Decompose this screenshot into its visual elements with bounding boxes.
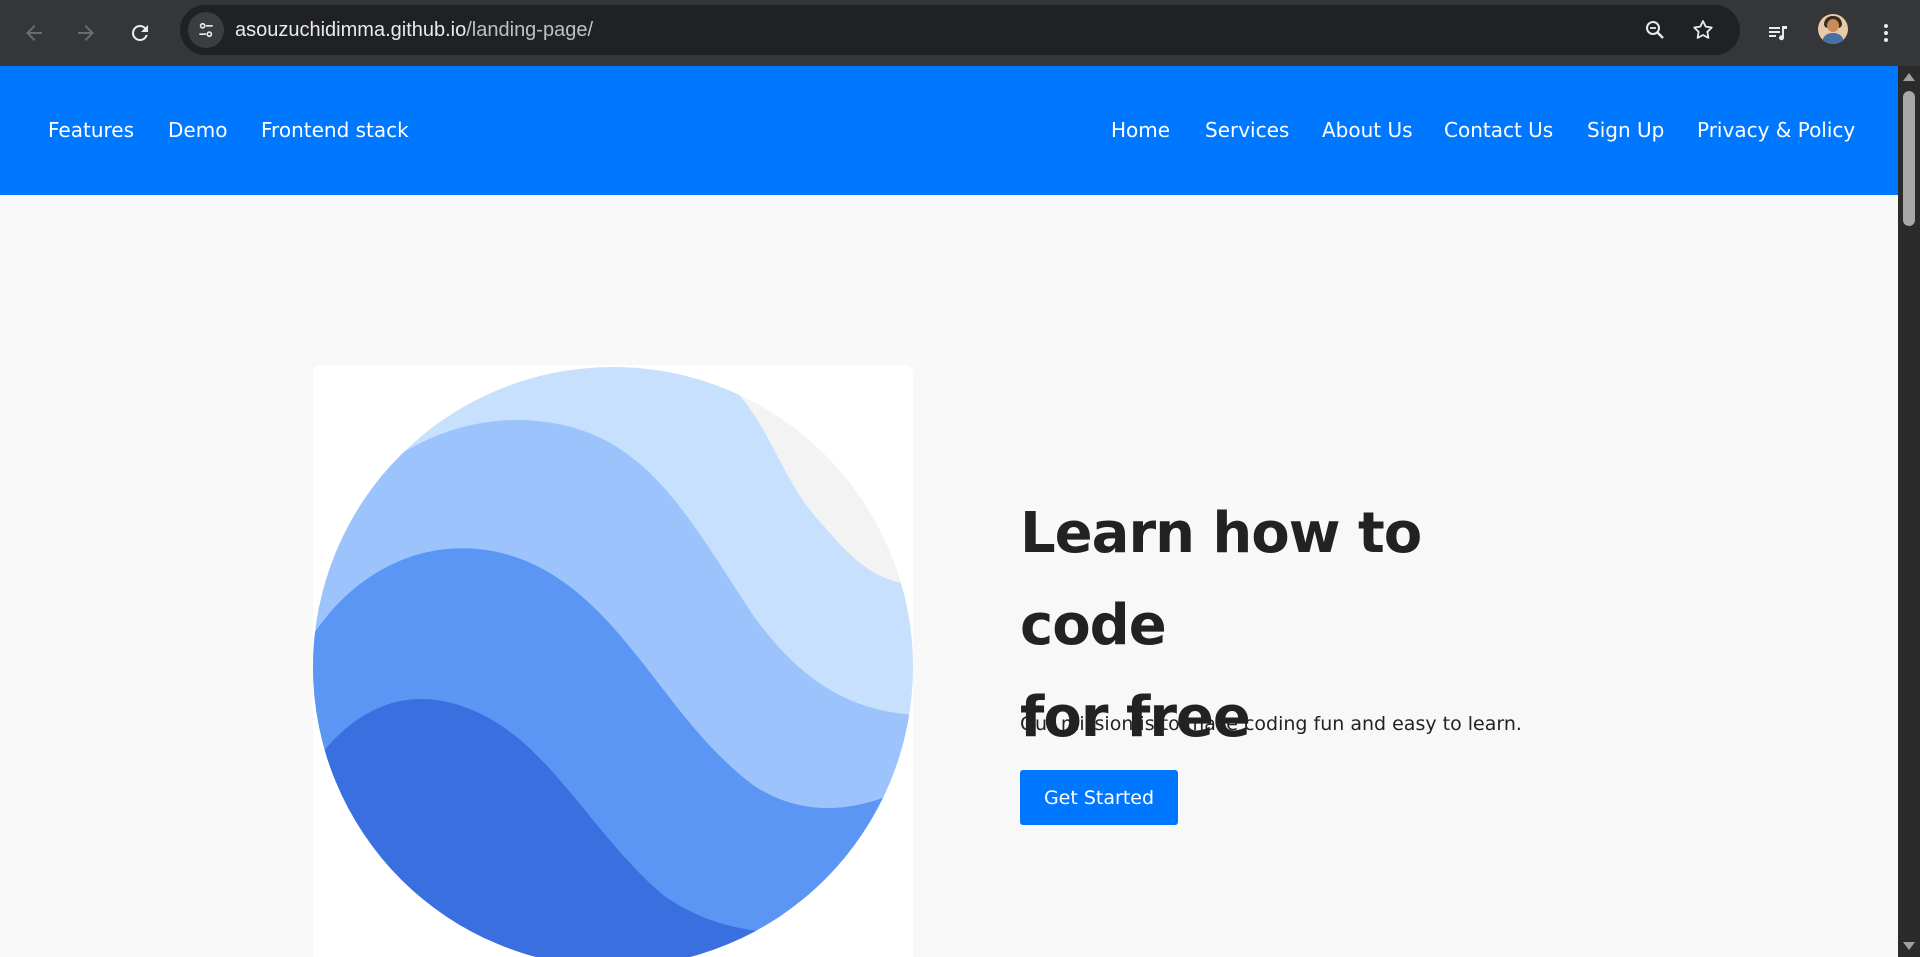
- nav-link-frontend-stack[interactable]: Frontend stack: [261, 66, 409, 195]
- site-header: Features Demo Frontend stack Home Servic…: [0, 66, 1898, 195]
- avatar[interactable]: [1818, 14, 1848, 44]
- forward-button[interactable]: [66, 13, 106, 53]
- kebab-menu-icon: [1884, 24, 1888, 42]
- nav-link-privacy-policy[interactable]: Privacy & Policy: [1697, 66, 1855, 195]
- scroll-thumb[interactable]: [1903, 91, 1915, 226]
- arrow-right-icon: [78, 25, 94, 41]
- scroll-down-arrow[interactable]: [1903, 942, 1915, 950]
- get-started-button[interactable]: Get Started: [1020, 770, 1178, 825]
- globe-waves-logo: [313, 367, 913, 957]
- nav-link-services[interactable]: Services: [1205, 66, 1289, 195]
- nav-link-home[interactable]: Home: [1111, 66, 1170, 195]
- page-scrollbar[interactable]: [1898, 66, 1920, 957]
- site-info-button[interactable]: [188, 12, 224, 48]
- nav-link-about-us[interactable]: About Us: [1322, 66, 1413, 195]
- reload-icon: [131, 24, 148, 41]
- avatar-body: [1822, 33, 1844, 44]
- scroll-up-arrow[interactable]: [1903, 73, 1915, 81]
- url-host: asouzuchidimma.github.io: [235, 19, 467, 41]
- arrow-left-icon: [26, 25, 42, 41]
- hero-subtitle: Our mission is to make coding fun and ea…: [1020, 713, 1522, 735]
- page-viewport: Features Demo Frontend stack Home Servic…: [0, 66, 1898, 957]
- star-icon: [1693, 20, 1713, 39]
- media-queue-icon: [1769, 26, 1787, 41]
- nav-link-demo[interactable]: Demo: [168, 66, 227, 195]
- nav-link-contact-us[interactable]: Contact Us: [1444, 66, 1553, 195]
- reload-button[interactable]: [120, 13, 160, 53]
- url-path: /landing-page/: [466, 19, 594, 41]
- url-text[interactable]: asouzuchidimma.github.io/landing-page/: [235, 5, 593, 55]
- zoom-button[interactable]: [1640, 15, 1670, 45]
- media-queue-button[interactable]: [1758, 13, 1798, 53]
- tune-icon: [199, 22, 213, 38]
- back-button[interactable]: [14, 13, 54, 53]
- nav-link-features[interactable]: Features: [48, 66, 134, 195]
- browser-toolbar: asouzuchidimma.github.io/landing-page/: [0, 0, 1920, 66]
- hero-title-line-1: Learn how to code: [1020, 501, 1422, 658]
- address-bar[interactable]: asouzuchidimma.github.io/landing-page/: [180, 5, 1740, 55]
- hero-image: [313, 365, 913, 957]
- bookmark-button[interactable]: [1688, 15, 1718, 45]
- nav-link-sign-up[interactable]: Sign Up: [1587, 66, 1664, 195]
- zoom-icon: [1646, 21, 1664, 39]
- avatar-head: [1827, 19, 1839, 32]
- menu-button[interactable]: [1866, 13, 1906, 53]
